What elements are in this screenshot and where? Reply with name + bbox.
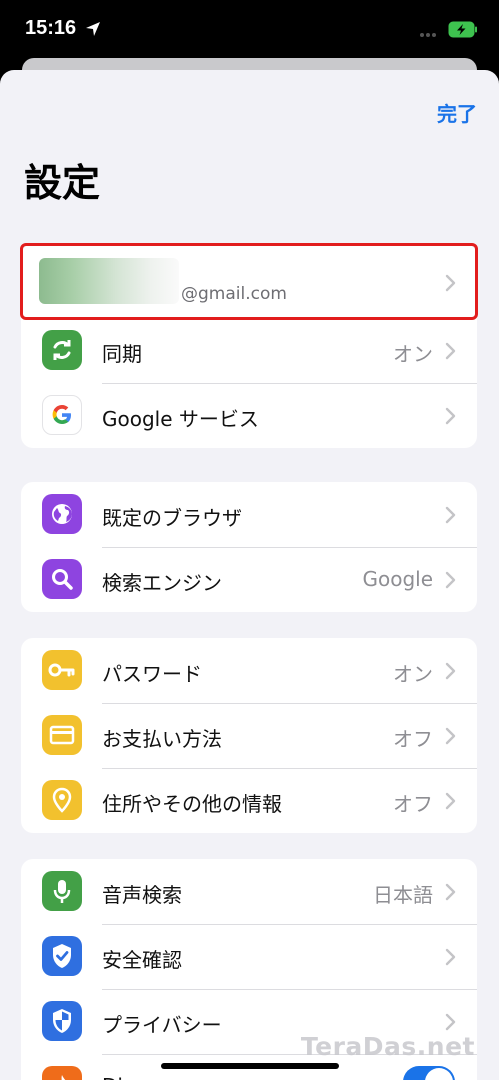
row-label: 既定のブラウザ xyxy=(102,506,242,530)
key-icon xyxy=(42,650,82,690)
row-label: 住所やその他の情報 xyxy=(102,792,282,816)
row-value: オン xyxy=(393,662,433,686)
settings-row-search-engine[interactable]: 検索エンジン Google xyxy=(21,547,477,612)
shield-check-icon xyxy=(42,936,82,976)
settings-row-safety-check[interactable]: 安全確認 xyxy=(21,924,477,989)
row-label: パスワード xyxy=(102,662,202,686)
row-value: オン xyxy=(393,342,433,366)
highlight-annotation xyxy=(20,243,478,320)
chevron-right-icon xyxy=(445,506,456,524)
chevron-right-icon xyxy=(445,407,456,425)
chevron-right-icon xyxy=(445,662,456,680)
settings-row-google-services[interactable]: Google サービス xyxy=(21,383,477,448)
row-value: Google xyxy=(362,567,433,591)
chevron-right-icon xyxy=(445,727,456,745)
watermark: TeraDas.net xyxy=(300,1032,475,1061)
browser-group: 既定のブラウザ 検索エンジン Google xyxy=(21,482,477,612)
settings-row-default-browser[interactable]: 既定のブラウザ xyxy=(21,482,477,547)
settings-row-payment-methods[interactable]: お支払い方法 オフ xyxy=(21,703,477,768)
status-time: 15:16 xyxy=(25,17,77,39)
row-label: 同期 xyxy=(102,342,142,366)
chevron-right-icon xyxy=(445,342,456,360)
chevron-right-icon xyxy=(445,883,456,901)
signal-icon xyxy=(420,33,442,37)
row-label: プライバシー xyxy=(102,1013,222,1037)
settings-row-voice-search[interactable]: 音声検索 日本語 xyxy=(21,859,477,924)
location-arrow-icon xyxy=(86,22,100,36)
account-group: @gmail.com 同期 オン Google サービス xyxy=(20,243,478,448)
discover-toggle[interactable] xyxy=(403,1066,455,1080)
row-label: 安全確認 xyxy=(102,948,182,972)
row-label: Di xyxy=(102,1074,123,1080)
row-value: オフ xyxy=(393,792,433,816)
home-indicator[interactable] xyxy=(161,1063,339,1069)
done-button[interactable]: 完了 xyxy=(437,98,477,127)
location-pin-icon xyxy=(42,780,82,820)
account-row[interactable]: @gmail.com xyxy=(20,243,478,320)
settings-sheet: 完了 設定 @gmail.com 同期 オン Google サービス 既定のブラ… xyxy=(0,70,499,1080)
card-icon xyxy=(42,715,82,755)
row-label: お支払い方法 xyxy=(102,727,222,751)
page-title: 設定 xyxy=(24,161,101,205)
autofill-group: パスワード オン お支払い方法 オフ 住所やその他の情報 オフ xyxy=(21,638,477,833)
row-value: オフ xyxy=(393,727,433,751)
sync-icon xyxy=(42,330,82,370)
row-label: Google サービス xyxy=(102,407,259,431)
chevron-right-icon xyxy=(445,948,456,966)
row-value: 日本語 xyxy=(373,883,433,907)
microphone-icon xyxy=(42,871,82,911)
chevron-right-icon xyxy=(445,1013,456,1031)
chevron-right-icon xyxy=(445,792,456,810)
google-g-icon xyxy=(42,395,82,435)
settings-row-passwords[interactable]: パスワード オン xyxy=(21,638,477,703)
chevron-right-icon xyxy=(445,571,456,589)
shield-icon xyxy=(42,1001,82,1041)
row-label: 検索エンジン xyxy=(102,571,222,595)
globe-icon xyxy=(42,494,82,534)
status-bar: 15:16 xyxy=(0,0,499,58)
battery-charging-icon xyxy=(448,21,477,38)
fire-icon xyxy=(42,1066,82,1080)
search-icon xyxy=(42,559,82,599)
settings-row-addresses[interactable]: 住所やその他の情報 オフ xyxy=(21,768,477,833)
row-label: 音声検索 xyxy=(102,883,182,907)
settings-row-sync[interactable]: 同期 オン xyxy=(21,318,477,383)
